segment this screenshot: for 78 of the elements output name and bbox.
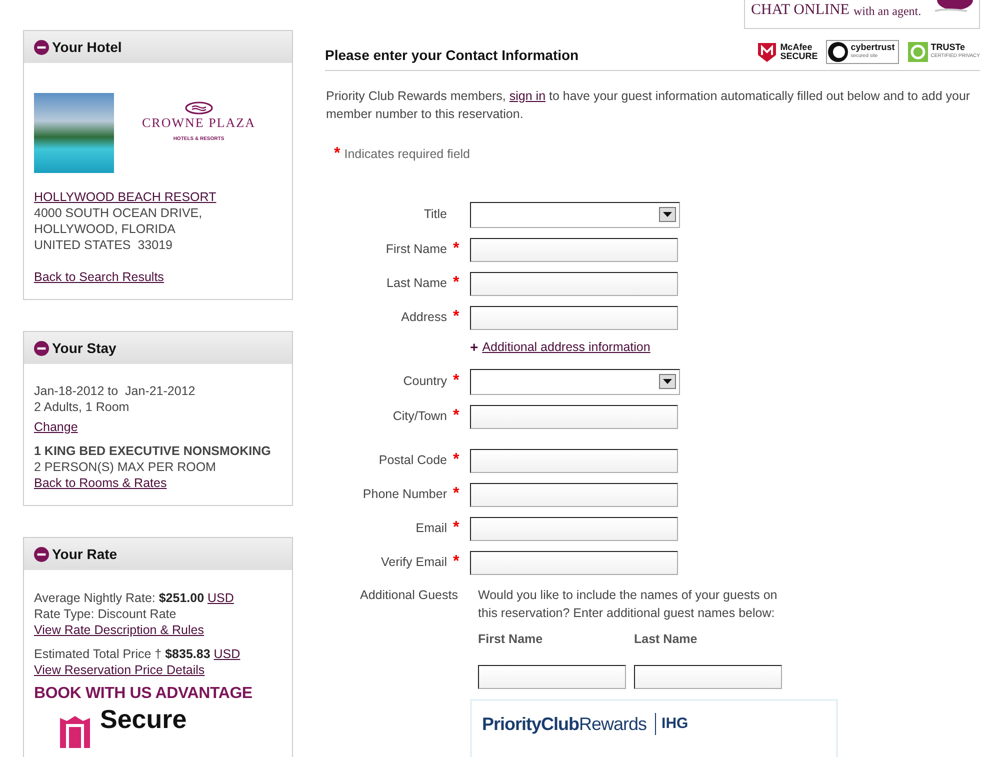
- field-label: First Name: [386, 242, 447, 256]
- back-link[interactable]: Back to Search Results: [34, 270, 164, 284]
- field-label: Phone Number: [362, 487, 447, 502]
- back-link[interactable]: Back to Rooms & Rates: [34, 476, 167, 490]
- column-heading: First Name: [478, 630, 544, 648]
- room-occupancy: 2 PERSON(S) MAX PER ROOM: [34, 459, 217, 475]
- input-field[interactable]: [470, 516, 678, 541]
- seal-icon: [826, 40, 849, 62]
- section-heading: Please enter your Contact Information: [325, 46, 579, 65]
- input-field[interactable]: [470, 550, 678, 575]
- guest-question: Would you like to include the names of your guests on this reservation? Enter additional guest names below:: [478, 586, 778, 622]
- seal-icon: [906, 40, 929, 62]
- input-field[interactable]: [470, 482, 678, 507]
- panel-title: Your Stay: [52, 338, 116, 358]
- dropdown-field[interactable]: [470, 202, 680, 228]
- input-field[interactable]: [470, 306, 678, 330]
- required-icon: *: [334, 148, 340, 160]
- required-icon: *: [453, 407, 460, 424]
- required-icon: *: [453, 240, 460, 258]
- input-field[interactable]: [470, 404, 678, 429]
- address-line: UNITED STATES 33019: [34, 237, 174, 253]
- field-label: Title: [424, 207, 447, 222]
- required-icon: *: [453, 308, 460, 326]
- column-heading: Last Name: [634, 630, 698, 648]
- required-icon: *: [453, 553, 460, 570]
- required-icon: *: [453, 274, 460, 292]
- stay-dates: Jan-18-2012 to Jan-21-2012: [34, 383, 196, 399]
- ihg-logo: IHG: [654, 712, 688, 736]
- field-label: Address: [401, 310, 447, 324]
- field-label: City/Town: [392, 409, 447, 424]
- field-label: Verify Email: [381, 555, 447, 570]
- shield-icon: [58, 714, 92, 748]
- rules-link[interactable]: View Rate Description & Rules: [34, 623, 204, 637]
- sign-in-link[interactable]: sign in: [509, 89, 546, 103]
- field-label: Additional Guests: [360, 588, 458, 602]
- brand-name: CROWNE PLAZA: [142, 115, 256, 131]
- change-link[interactable]: Change: [34, 420, 78, 434]
- input-field[interactable]: [478, 664, 626, 688]
- collapse-icon[interactable]: [34, 546, 49, 562]
- field-label: Email: [416, 521, 447, 536]
- dropdown-field[interactable]: [470, 368, 680, 395]
- required-icon: *: [453, 372, 460, 390]
- input-field[interactable]: [470, 448, 678, 473]
- required-icon: *: [453, 485, 460, 502]
- seal-icon: [756, 40, 778, 62]
- crown-logo-icon: [184, 101, 214, 115]
- required-icon: *: [453, 519, 460, 536]
- plus-icon[interactable]: +: [470, 337, 478, 358]
- rate-type: Rate Type: Discount Rate: [34, 606, 178, 622]
- required-note: Indicates required field: [344, 146, 470, 163]
- price-details-link[interactable]: View Reservation Price Details: [34, 663, 205, 677]
- input-field[interactable]: [470, 272, 678, 296]
- address-line: 4000 SOUTH OCEAN DRIVE,: [34, 205, 204, 221]
- input-field[interactable]: [634, 664, 782, 688]
- seal-logo: McAfee SECURE: [756, 40, 818, 62]
- total-price: Estimated Total Price † $835.83: [34, 647, 210, 661]
- intro-text: Priority Club Rewards members, sign in to have your guest information automatically filled out below and to add your member number to this reservation.: [325, 88, 972, 123]
- collapse-icon[interactable]: [34, 340, 49, 356]
- guest-count: 2 Adults, 1 Room: [34, 399, 130, 415]
- field-label: Last Name: [386, 276, 447, 290]
- additional-address-link[interactable]: Additional address information: [482, 338, 650, 358]
- field-label: Postal Code: [378, 453, 447, 468]
- secure-heading: Secure: [100, 706, 187, 732]
- panel-title: Your Hotel: [52, 38, 122, 56]
- promo-heading: BOOK WITH US ADVANTAGE: [34, 686, 254, 702]
- hotel-link[interactable]: HOLLYWOOD BEACH RESORT: [34, 190, 216, 204]
- required-icon: *: [453, 451, 460, 468]
- field-label: Country: [403, 374, 447, 388]
- nightly-rate: Average Nightly Rate: $251.00: [34, 591, 204, 605]
- address-line: HOLLYWOOD, FLORIDA: [34, 221, 176, 237]
- panel-title: Your Rate: [52, 544, 118, 564]
- collapse-icon[interactable]: [34, 40, 49, 54]
- input-field[interactable]: [470, 238, 678, 262]
- rewards-logo: PriorityClubRewards: [482, 712, 647, 736]
- currency-link[interactable]: USD: [208, 591, 234, 605]
- room-type: 1 KING BED EXECUTIVE NONSMOKING: [34, 443, 272, 459]
- currency-link[interactable]: USD: [214, 647, 240, 661]
- chat-banner[interactable]: CHAT ONLINE with an agent.: [744, 0, 980, 29]
